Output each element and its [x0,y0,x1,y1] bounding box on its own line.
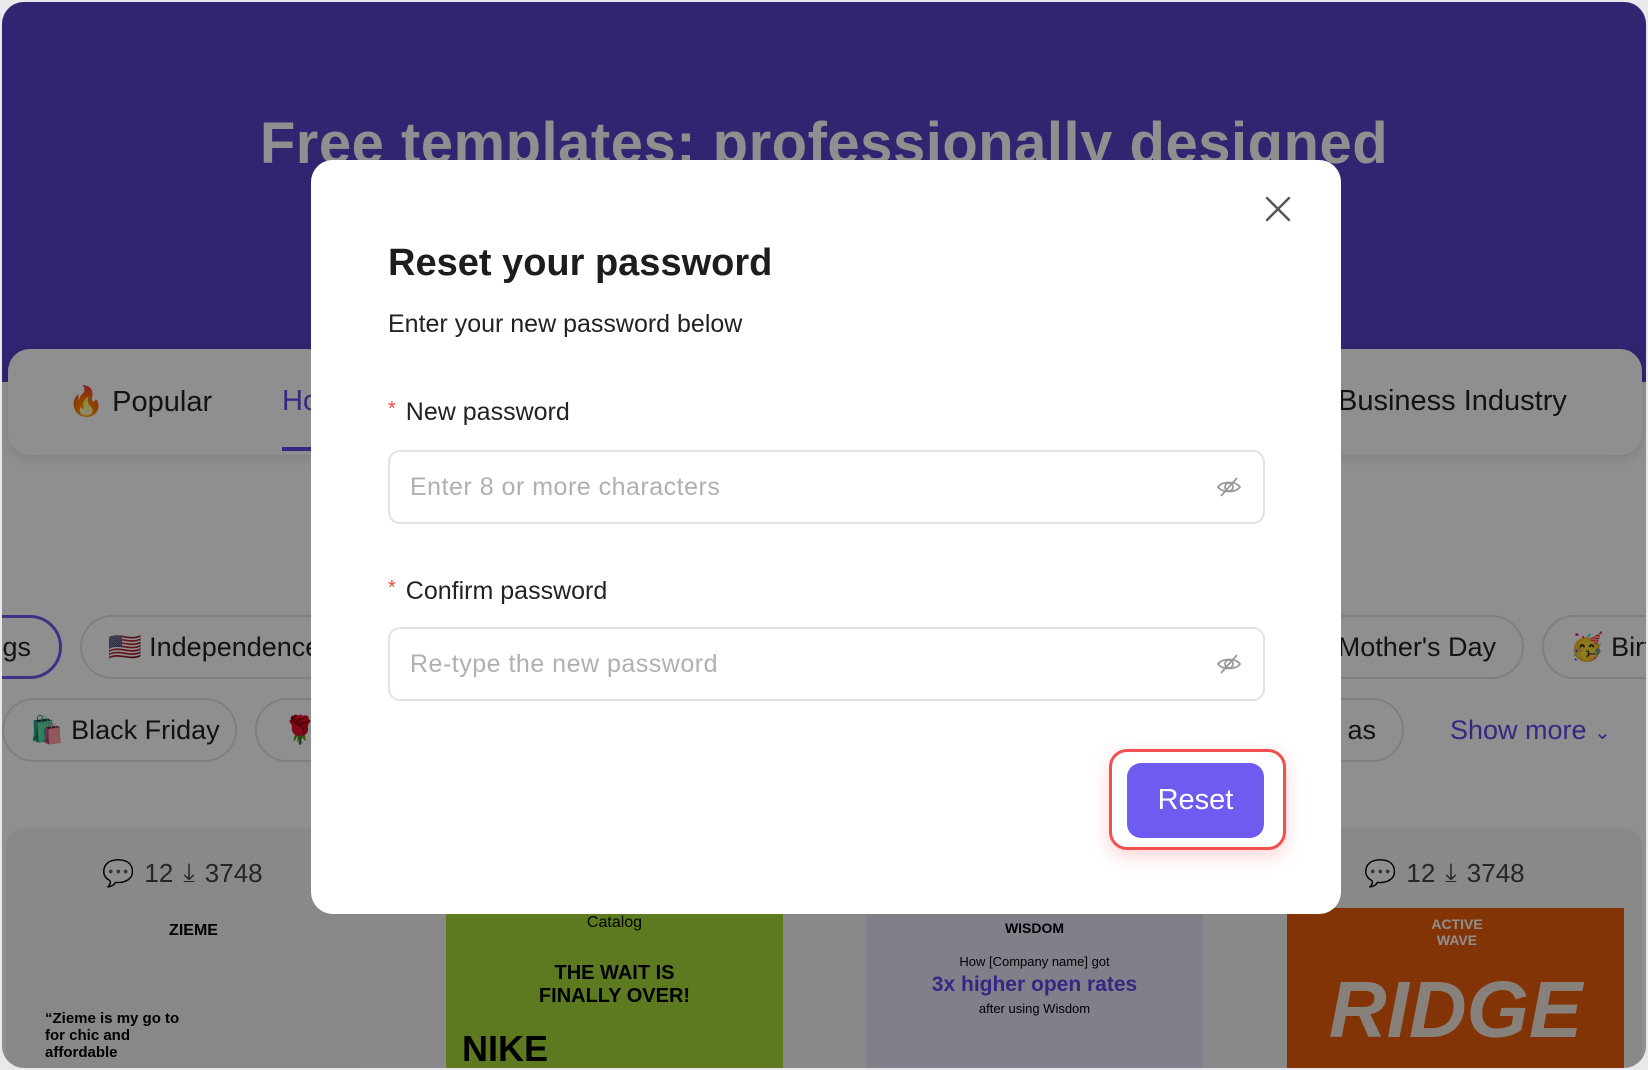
dialog-subtitle: Enter your new password below [388,310,743,338]
confirm-password-input[interactable] [410,649,1215,679]
new-password-label: * New password [388,398,570,426]
eye-off-icon[interactable] [1215,473,1243,501]
reset-password-dialog: Reset your password Enter your new passw… [311,160,1341,914]
required-mark: * [388,398,396,420]
dialog-title: Reset your password [388,242,773,284]
close-icon[interactable] [1263,194,1293,224]
confirm-password-field [388,627,1265,701]
reset-button[interactable]: Reset [1127,763,1264,838]
page: Free templates: professionally designed … [2,2,1646,1068]
eye-off-icon[interactable] [1215,650,1243,678]
new-password-field [388,450,1265,524]
new-password-input[interactable] [410,472,1215,502]
required-mark: * [388,577,396,599]
confirm-password-label: * Confirm password [388,577,608,605]
